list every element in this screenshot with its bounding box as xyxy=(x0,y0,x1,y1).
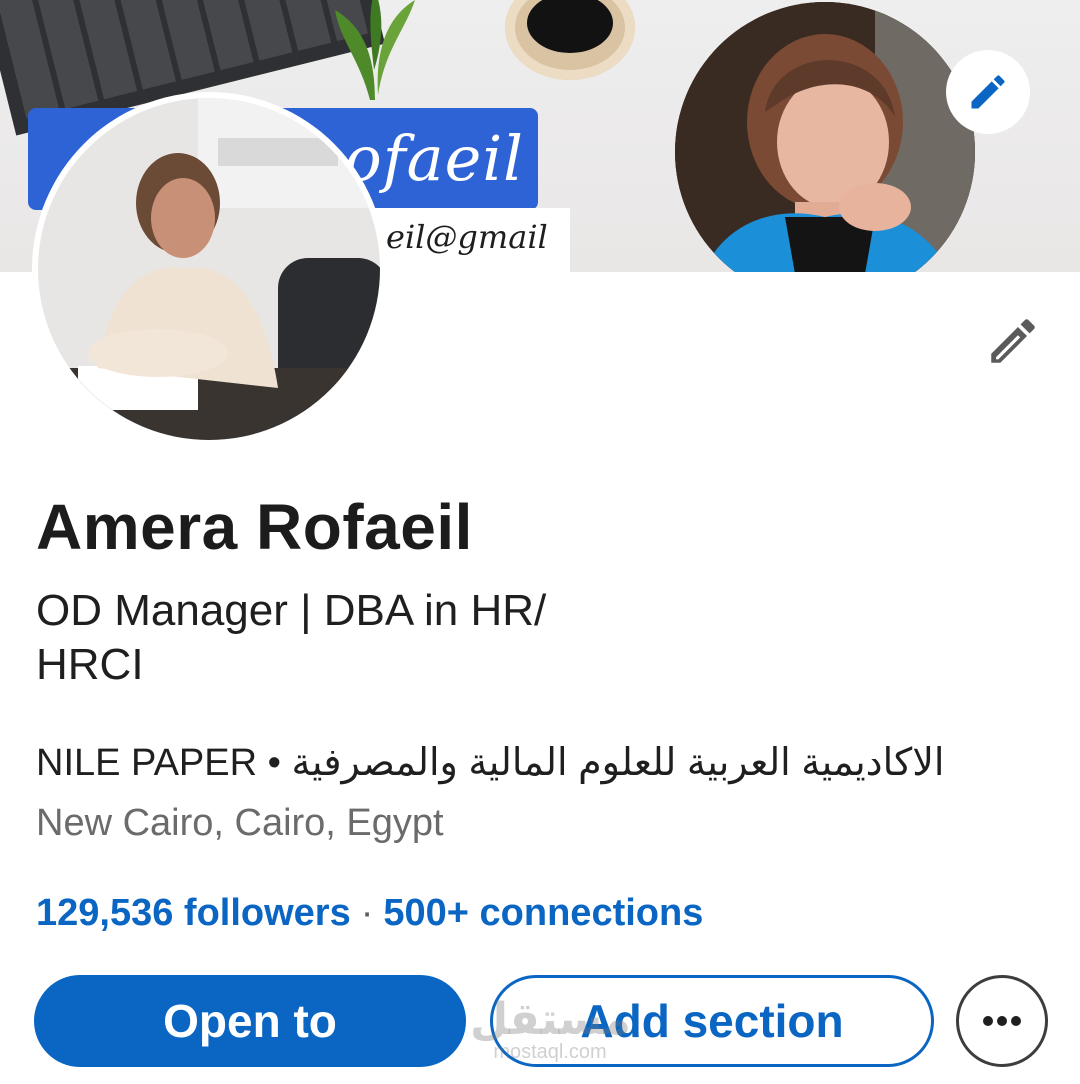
pencil-icon xyxy=(971,75,1005,109)
profile-headline: OD Manager | DBA in HR/ HRCI xyxy=(36,584,656,692)
edit-profile-button[interactable] xyxy=(980,308,1046,374)
coffee-cup-image xyxy=(505,0,635,80)
company-education-line: NILE PAPER • الاكاديمية العربية للعلوم ا… xyxy=(36,740,944,785)
headline-line-2: HRCI xyxy=(36,640,144,689)
edit-cover-button[interactable] xyxy=(946,50,1030,134)
current-company[interactable]: NILE PAPER xyxy=(36,742,257,784)
followers-link[interactable]: 129,536 followers xyxy=(36,892,351,934)
more-button[interactable] xyxy=(956,975,1048,1067)
banner-email-text: eil@gmail xyxy=(360,208,570,272)
add-section-button[interactable]: Add section xyxy=(490,975,934,1067)
profile-name: Amera Rofaeil xyxy=(36,491,473,563)
connections-link[interactable]: 500+ connections xyxy=(383,892,703,934)
profile-location: New Cairo, Cairo, Egypt xyxy=(36,802,444,844)
headline-line-1: OD Manager | DBA in HR/ xyxy=(36,586,547,635)
more-horizontal-icon xyxy=(983,1016,1021,1026)
cover-portrait-photo xyxy=(675,2,975,272)
pencil-icon xyxy=(991,319,1035,363)
network-stats: 129,536 followers · 500+ connections xyxy=(36,892,703,935)
company-separator: • xyxy=(267,742,281,784)
education-school[interactable]: الاكاديمية العربية للعلوم المالية والمصر… xyxy=(291,742,944,784)
plant-image xyxy=(335,0,415,100)
network-separator: · xyxy=(360,892,374,934)
profile-avatar[interactable] xyxy=(32,92,386,446)
open-to-button[interactable]: Open to xyxy=(34,975,466,1067)
